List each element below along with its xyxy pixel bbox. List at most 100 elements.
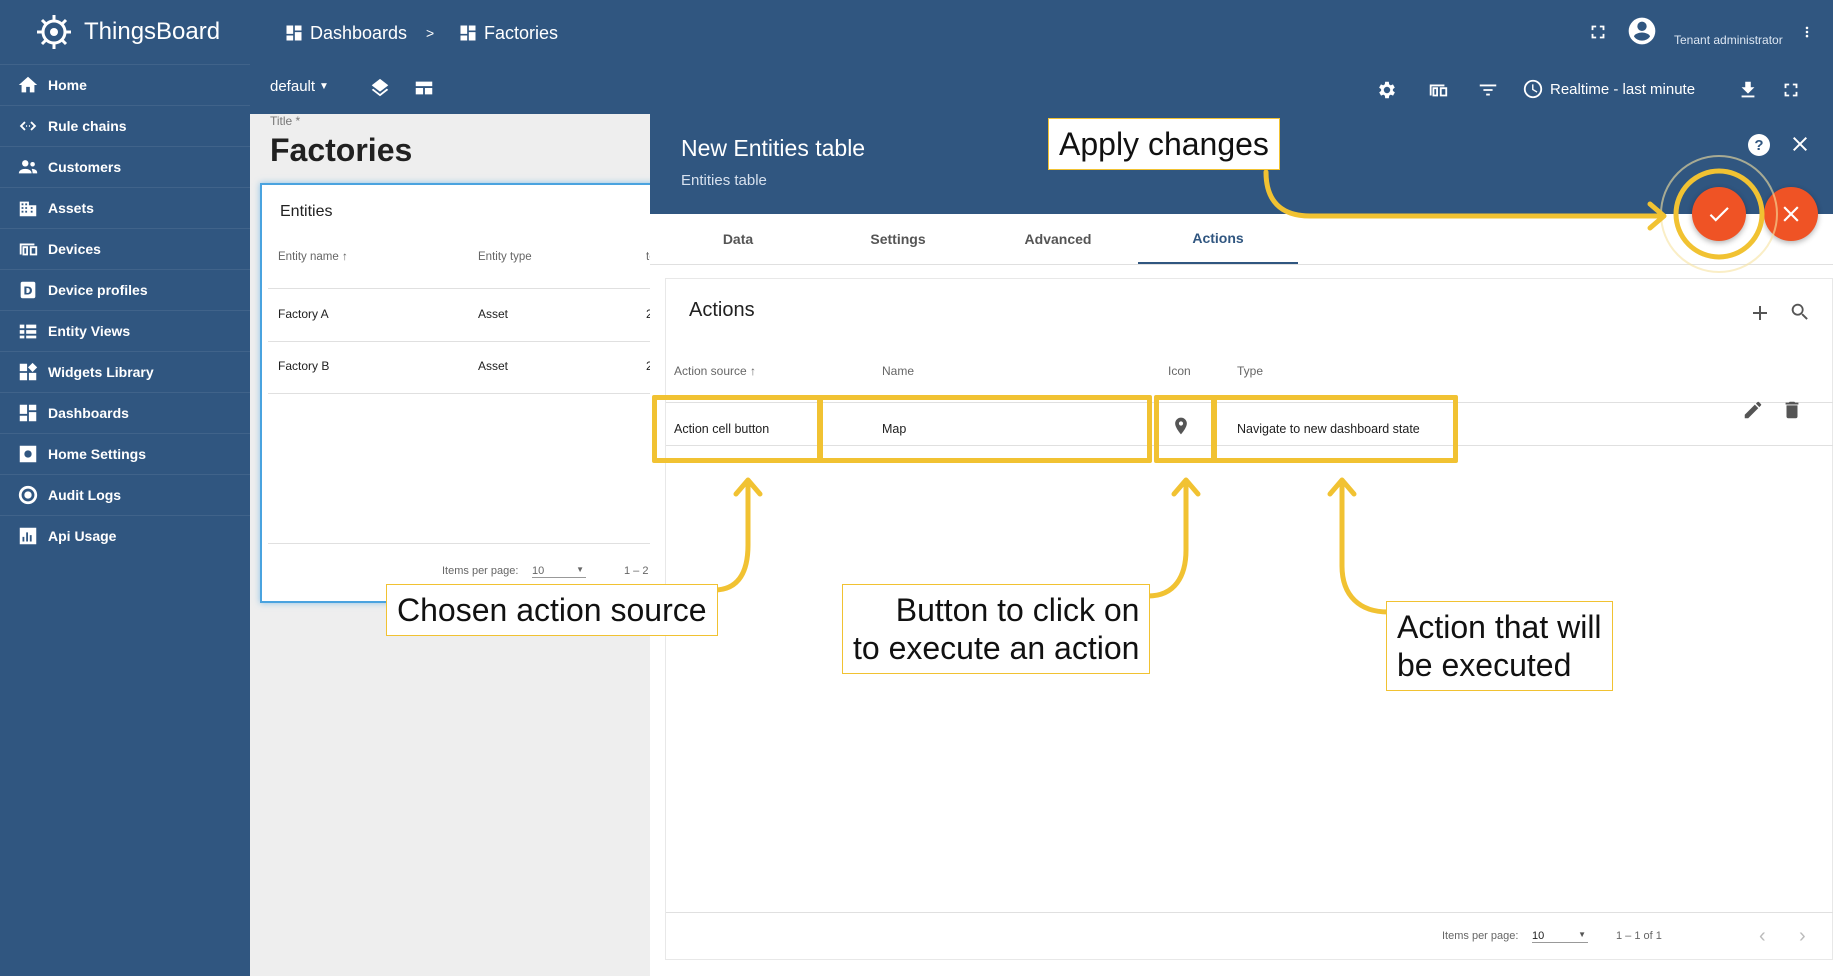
breadcrumb-separator: > bbox=[426, 25, 435, 41]
items-per-page-label: Items per page: bbox=[1442, 930, 1519, 942]
divider bbox=[666, 912, 1833, 913]
sidebar-item-audit-logs[interactable]: Audit Logs bbox=[0, 474, 250, 515]
column-header-entity-type[interactable]: Entity type bbox=[478, 251, 532, 263]
sidebar-item-label: Api Usage bbox=[48, 528, 117, 544]
tab-settings[interactable]: Settings bbox=[818, 214, 978, 264]
panel-subtitle: Entities table bbox=[681, 172, 767, 189]
table-cell[interactable]: Factory A bbox=[278, 307, 329, 321]
app-logo[interactable]: ThingsBoard bbox=[34, 10, 220, 54]
close-icon[interactable] bbox=[1788, 132, 1812, 156]
download-icon[interactable] bbox=[1734, 76, 1762, 104]
devices-icon bbox=[16, 237, 40, 261]
sidebar-item-label: Device profiles bbox=[48, 282, 148, 298]
top-bar: Dashboards > Factories Tenant administra… bbox=[250, 0, 1833, 114]
column-header-icon[interactable]: Icon bbox=[1168, 364, 1191, 378]
column-header-name[interactable]: Name bbox=[882, 364, 914, 378]
filter-icon[interactable] bbox=[1474, 76, 1502, 104]
entities-widget[interactable]: Entities Entity name ↑ Entity type te Fa… bbox=[260, 183, 688, 603]
sidebar-item-label: Widgets Library bbox=[48, 364, 154, 380]
items-per-page-select[interactable]: 10 ▼ bbox=[532, 565, 586, 578]
more-vert-icon[interactable] bbox=[1800, 18, 1814, 46]
timewindow-button[interactable]: Realtime - last minute bbox=[1522, 78, 1695, 100]
table-cell[interactable]: Factory B bbox=[278, 359, 329, 373]
previous-page-icon[interactable]: ‹ bbox=[1759, 925, 1766, 948]
sidebar-item-home[interactable]: Home bbox=[0, 64, 250, 105]
dashboard-title[interactable]: Factories bbox=[270, 132, 412, 169]
divider bbox=[268, 288, 688, 289]
sidebar-item-label: Audit Logs bbox=[48, 487, 122, 503]
items-per-page-value: 10 bbox=[1532, 930, 1545, 942]
decline-button[interactable] bbox=[1764, 187, 1818, 241]
rule-chain-icon bbox=[16, 114, 40, 138]
callout-action-executed: Action that will be executed bbox=[1386, 601, 1613, 691]
account-avatar-icon[interactable] bbox=[1625, 14, 1659, 48]
apply-button[interactable] bbox=[1692, 187, 1746, 241]
state-select[interactable]: default ▼ bbox=[270, 78, 329, 95]
callout-line: Action that will bbox=[1397, 609, 1602, 645]
customers-icon bbox=[16, 155, 40, 179]
sidebar-item-widgets-library[interactable]: Widgets Library bbox=[0, 351, 250, 392]
dropdown-arrow-icon: ▼ bbox=[319, 81, 329, 92]
divider bbox=[268, 543, 688, 544]
dashboards-icon bbox=[460, 25, 476, 41]
actions-card: Actions Items per page: 10 ▼ 1 – 1 of 1 ‹… bbox=[665, 278, 1833, 960]
layers-icon[interactable] bbox=[366, 74, 394, 102]
highlight-icon bbox=[1154, 395, 1216, 463]
fullscreen-icon[interactable] bbox=[1777, 76, 1805, 104]
device-profile-icon: D bbox=[16, 278, 40, 302]
column-header-entity-name[interactable]: Entity name ↑ bbox=[278, 251, 348, 263]
audit-icon bbox=[16, 483, 40, 507]
edit-icon[interactable] bbox=[1742, 399, 1764, 421]
breadcrumb-factories[interactable]: Factories bbox=[458, 20, 558, 46]
breadcrumb-label: Factories bbox=[484, 22, 559, 43]
tab-advanced[interactable]: Advanced bbox=[978, 214, 1138, 264]
column-header-label: Entity name bbox=[278, 251, 339, 263]
sidebar-item-device-profiles[interactable]: D Device profiles bbox=[0, 269, 250, 310]
close-icon bbox=[1783, 206, 1799, 222]
sidebar-item-devices[interactable]: Devices bbox=[0, 228, 250, 269]
next-page-icon[interactable]: › bbox=[1799, 925, 1806, 948]
table-cell[interactable]: Asset bbox=[478, 307, 508, 321]
divider bbox=[268, 393, 688, 394]
sidebar-item-entity-views[interactable]: Entity Views bbox=[0, 310, 250, 351]
assets-icon bbox=[16, 196, 40, 220]
widgets-icon bbox=[16, 360, 40, 384]
breadcrumb-label: Dashboards bbox=[310, 22, 408, 43]
table-cell[interactable]: Asset bbox=[478, 359, 508, 373]
sort-arrow-icon: ↑ bbox=[750, 364, 757, 378]
actions-title: Actions bbox=[689, 299, 755, 321]
highlight-action-source bbox=[652, 395, 822, 463]
sidebar-item-label: Customers bbox=[48, 159, 122, 175]
sidebar-item-home-settings[interactable]: Home Settings bbox=[0, 433, 250, 474]
divider bbox=[268, 341, 688, 342]
column-header-type[interactable]: Type bbox=[1237, 364, 1263, 378]
sidebar-item-customers[interactable]: Customers bbox=[0, 146, 250, 187]
callout-line: be executed bbox=[1397, 647, 1572, 683]
column-header-action-source[interactable]: Action source ↑ bbox=[674, 364, 756, 378]
gear-icon[interactable] bbox=[1373, 76, 1401, 104]
tab-actions[interactable]: Actions bbox=[1138, 214, 1298, 264]
title-field-label: Title * bbox=[270, 114, 301, 128]
timewindow-label: Realtime - last minute bbox=[1550, 80, 1696, 98]
sidebar-item-rule-chains[interactable]: Rule chains bbox=[0, 105, 250, 146]
dropdown-arrow-icon: ▼ bbox=[1578, 930, 1586, 939]
search-icon[interactable] bbox=[1789, 301, 1813, 325]
fullscreen-icon[interactable] bbox=[1584, 18, 1612, 46]
layout-icon[interactable] bbox=[410, 74, 438, 102]
help-icon[interactable]: ? bbox=[1748, 134, 1770, 156]
paginator-range: 1 – 1 of 1 bbox=[1616, 930, 1662, 942]
sidebar-item-label: Dashboards bbox=[48, 405, 129, 421]
sidebar-item-api-usage[interactable]: Api Usage bbox=[0, 515, 250, 556]
sidebar-item-assets[interactable]: Assets bbox=[0, 187, 250, 228]
devices-layout-icon[interactable] bbox=[1424, 76, 1452, 104]
breadcrumb-dashboards[interactable]: Dashboards bbox=[284, 20, 407, 46]
sidebar-item-label: Home Settings bbox=[48, 446, 147, 462]
items-per-page-select[interactable]: 10 ▼ bbox=[1532, 930, 1588, 943]
dropdown-arrow-icon: ▼ bbox=[576, 565, 584, 574]
add-icon[interactable] bbox=[1748, 301, 1772, 325]
delete-icon[interactable] bbox=[1781, 399, 1803, 421]
tab-data[interactable]: Data bbox=[658, 214, 818, 264]
panel-title: New Entities table bbox=[681, 135, 866, 161]
widget-edit-panel: New Entities table Entities table ? Data… bbox=[650, 114, 1833, 976]
sidebar-item-dashboards[interactable]: Dashboards bbox=[0, 392, 250, 433]
